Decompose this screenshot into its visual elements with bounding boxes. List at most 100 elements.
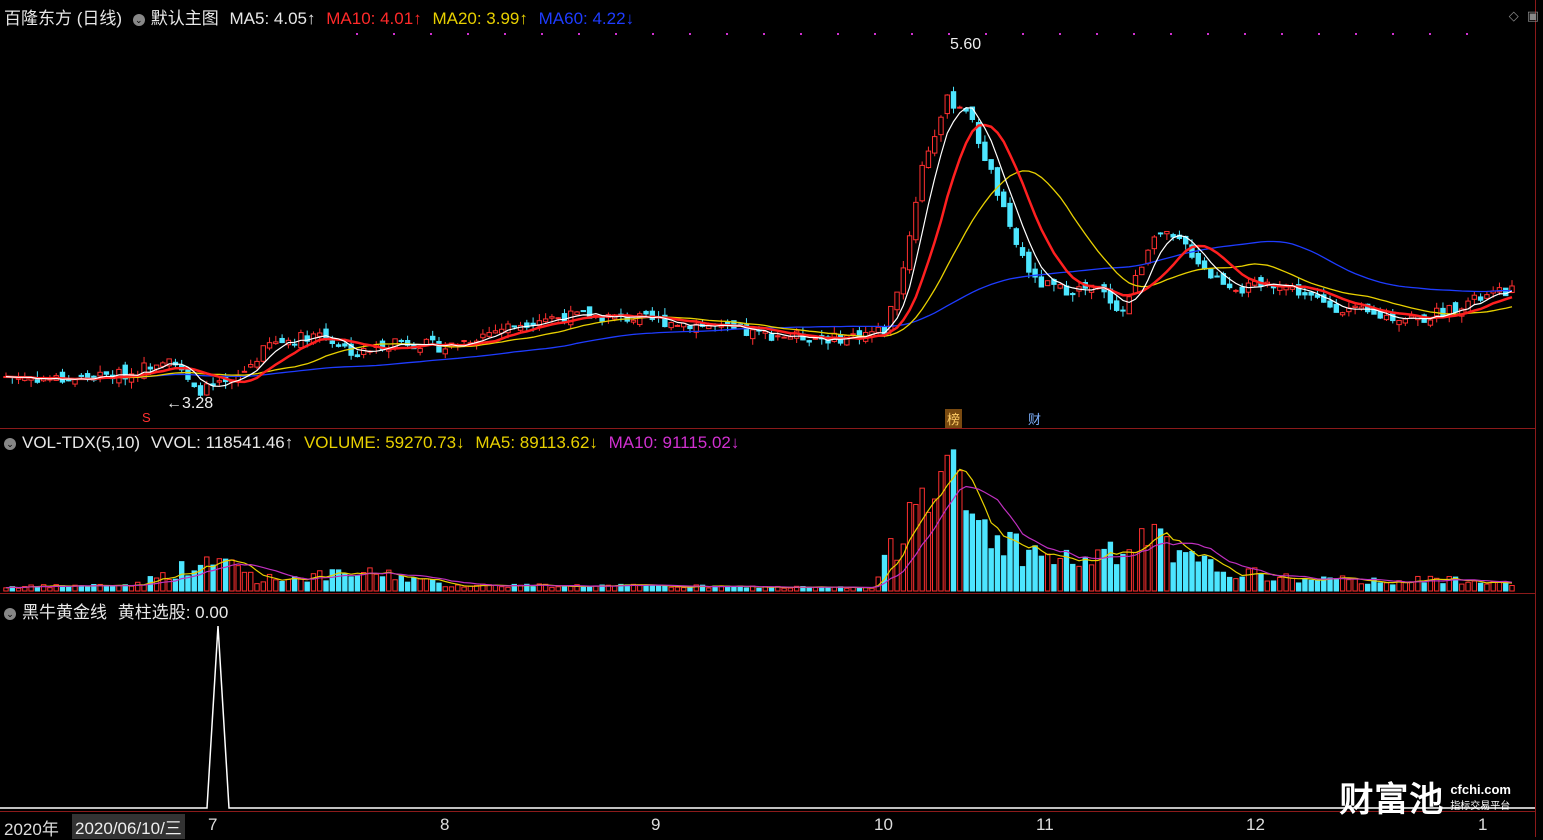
candle[interactable]	[241, 370, 248, 373]
candle[interactable]	[1113, 300, 1120, 311]
volume-bar[interactable]	[530, 586, 536, 592]
candle[interactable]	[1070, 293, 1076, 296]
candle[interactable]	[1151, 236, 1158, 250]
volume-bar[interactable]	[906, 502, 913, 592]
volume-bar[interactable]	[153, 577, 160, 592]
candle[interactable]	[486, 332, 492, 337]
stock-title[interactable]: 百隆东方 (日线)	[4, 9, 122, 28]
signal-s-tag[interactable]: S	[140, 410, 153, 425]
volume-bar[interactable]	[781, 587, 787, 592]
candle[interactable]	[430, 335, 436, 341]
candle[interactable]	[875, 326, 881, 333]
candle[interactable]	[1352, 305, 1358, 309]
volume-bar[interactable]	[1226, 576, 1233, 592]
candle[interactable]	[925, 150, 932, 169]
candle[interactable]	[1007, 202, 1013, 227]
candle[interactable]	[1057, 284, 1063, 289]
volume-bar[interactable]	[555, 586, 561, 592]
candle[interactable]	[84, 373, 91, 379]
volume-bar[interactable]	[141, 584, 147, 592]
volume-bar[interactable]	[1415, 575, 1421, 592]
candle[interactable]	[97, 371, 103, 377]
volume-bar[interactable]	[1051, 564, 1057, 592]
volume-bar[interactable]	[1145, 544, 1151, 592]
candle[interactable]	[806, 340, 812, 343]
volume-bar[interactable]	[1383, 582, 1390, 592]
volume-bar[interactable]	[109, 585, 116, 592]
volume-bar[interactable]	[367, 567, 373, 592]
candle[interactable]	[580, 310, 586, 313]
volume-bar[interactable]	[84, 586, 91, 592]
candle[interactable]	[957, 106, 963, 109]
volume-bar[interactable]	[944, 454, 950, 592]
volume-panel[interactable]: ⌄ VOL-TDX(5,10) VVOL: 118541.46↑ VOLUME: …	[0, 428, 1535, 593]
volume-bar[interactable]	[1195, 561, 1201, 592]
candle[interactable]	[768, 333, 775, 341]
volume-bar[interactable]	[279, 580, 285, 592]
volume-bar[interactable]	[28, 584, 34, 592]
candle[interactable]	[191, 382, 197, 388]
candle[interactable]	[360, 347, 367, 355]
volume-bar[interactable]	[1390, 584, 1396, 592]
candle[interactable]	[1471, 294, 1478, 300]
volume-bar[interactable]	[455, 584, 461, 592]
volume-bar[interactable]	[643, 584, 649, 592]
candle[interactable]	[511, 325, 517, 328]
candle[interactable]	[913, 201, 919, 241]
candle[interactable]	[1063, 285, 1070, 296]
volume-bar[interactable]	[47, 587, 53, 592]
candle[interactable]	[78, 374, 84, 377]
volume-bar[interactable]	[1503, 581, 1509, 592]
candlestick-chart[interactable]	[0, 0, 1535, 428]
template-name[interactable]: 默认主图	[151, 9, 219, 28]
volume-bar[interactable]	[768, 587, 775, 592]
volume-bar[interactable]	[812, 587, 819, 592]
volume-bar[interactable]	[342, 573, 348, 592]
volume-bar[interactable]	[1113, 564, 1120, 592]
volume-bar[interactable]	[241, 571, 248, 592]
candle[interactable]	[354, 354, 361, 358]
volume-bar[interactable]	[1189, 551, 1195, 592]
candle[interactable]	[750, 329, 756, 340]
volume-bar[interactable]	[1471, 580, 1478, 592]
candle[interactable]	[894, 291, 900, 311]
volume-bar[interactable]	[1132, 551, 1139, 592]
volume-bar[interactable]	[404, 581, 411, 592]
volume-bar[interactable]	[1333, 578, 1339, 592]
volume-bar[interactable]	[179, 561, 185, 592]
volume-bar[interactable]	[1044, 553, 1051, 592]
indicator-panel[interactable]: ⌄ 黑牛黄金线 黄柱选股: 0.00	[0, 593, 1535, 812]
volume-bar[interactable]	[1245, 568, 1252, 592]
volume-bar[interactable]	[687, 586, 693, 592]
candle[interactable]	[436, 341, 442, 353]
candle[interactable]	[687, 325, 693, 330]
volume-bar[interactable]	[913, 503, 919, 592]
volume-bar[interactable]	[1032, 545, 1038, 592]
volume-bar[interactable]	[248, 571, 254, 592]
volume-bar[interactable]	[925, 511, 932, 592]
volume-bar[interactable]	[1509, 584, 1515, 592]
candle[interactable]	[279, 337, 285, 344]
candle[interactable]	[982, 141, 988, 161]
volume-bar[interactable]	[963, 510, 969, 592]
volume-bar[interactable]	[1440, 583, 1446, 592]
candle[interactable]	[812, 337, 819, 340]
volume-bar[interactable]	[1026, 549, 1032, 592]
volume-bar[interactable]	[298, 577, 304, 592]
candle[interactable]	[480, 333, 486, 339]
volume-bar[interactable]	[1220, 571, 1227, 592]
volume-bar[interactable]	[323, 580, 329, 592]
candle[interactable]	[1026, 251, 1032, 273]
candle[interactable]	[549, 316, 555, 319]
volume-bar[interactable]	[919, 487, 925, 592]
volume-bar[interactable]	[285, 578, 292, 592]
volume-bar[interactable]	[881, 554, 888, 592]
candle[interactable]	[442, 348, 448, 355]
candle[interactable]	[329, 340, 335, 345]
candle[interactable]	[906, 235, 913, 271]
volume-bar[interactable]	[423, 578, 430, 592]
candle[interactable]	[1339, 312, 1346, 316]
candle[interactable]	[938, 116, 944, 136]
volume-bar[interactable]	[254, 583, 260, 592]
cai-tag[interactable]: 财	[1026, 409, 1043, 428]
